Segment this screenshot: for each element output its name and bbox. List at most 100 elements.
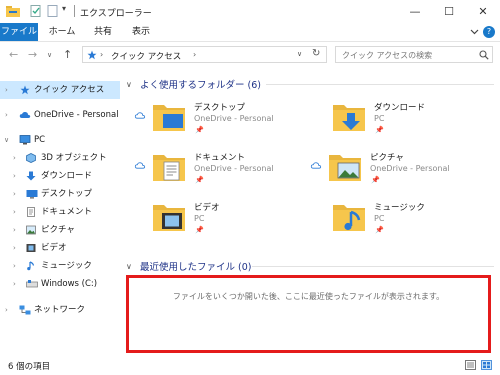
sidebar-item-windows-c[interactable]: › Windows (C:): [0, 275, 120, 293]
folder-tile-pictures[interactable]: ピクチャ OneDrive - Personal 📌: [310, 147, 480, 193]
address-bar[interactable]: › クイック アクセス › ∨ ↻: [82, 46, 327, 63]
pin-icon: 📌: [195, 176, 204, 184]
pc-icon: [19, 135, 31, 145]
sidebar-item-quick-access[interactable]: › クイック アクセス: [0, 81, 120, 99]
star-icon: [20, 85, 30, 95]
navigation-bar: ← → ∨ ↑ › クイック アクセス › ∨ ↻ クイック アクセスの検索: [0, 42, 500, 68]
sidebar-item-label: ダウンロード: [41, 171, 93, 181]
sidebar-item-pictures[interactable]: › ピクチャ: [0, 221, 120, 239]
breadcrumb-quick-access[interactable]: クイック アクセス: [111, 50, 181, 62]
sidebar-item-downloads[interactable]: › ダウンロード: [0, 167, 120, 185]
address-dropdown-icon[interactable]: ∨: [297, 50, 302, 58]
expand-chevron-icon[interactable]: ›: [13, 257, 16, 275]
properties-icon[interactable]: [30, 5, 41, 17]
expand-chevron-icon[interactable]: ›: [13, 167, 16, 185]
folder-tile-downloads[interactable]: ダウンロード PC 📌: [314, 97, 484, 143]
search-box[interactable]: クイック アクセスの検索: [335, 46, 493, 63]
sidebar-item-desktop[interactable]: › デスクトップ: [0, 185, 120, 203]
large-icons-view-icon[interactable]: [481, 360, 492, 370]
sidebar-item-3d-objects[interactable]: › 3D オブジェクト: [0, 149, 120, 167]
expand-chevron-icon[interactable]: ›: [13, 275, 16, 293]
download-icon: [26, 171, 36, 181]
forward-arrow-icon[interactable]: →: [28, 48, 37, 61]
sidebar-item-label: PC: [34, 135, 46, 145]
tab-home[interactable]: ホーム: [42, 23, 82, 41]
back-arrow-icon[interactable]: ←: [9, 48, 18, 61]
folder-location: PC: [374, 114, 385, 123]
minimize-button[interactable]: —: [398, 0, 432, 23]
frequent-folders-header[interactable]: よく使用するフォルダー (6): [140, 77, 261, 91]
network-icon: [19, 305, 31, 315]
folder-location: PC: [374, 214, 385, 223]
sidebar-item-onedrive[interactable]: › OneDrive - Personal: [0, 106, 120, 124]
picture-icon: [26, 225, 36, 235]
expand-chevron-icon[interactable]: ›: [13, 203, 16, 221]
section-divider: [266, 84, 494, 85]
folder-name: デスクトップ: [194, 103, 246, 113]
folder-name: ミュージック: [374, 203, 425, 213]
tab-file[interactable]: ファイル: [0, 23, 38, 41]
ribbon-tabs: ファイル ホーム 共有 表示 ?: [0, 23, 500, 42]
sidebar-item-label: Windows (C:): [41, 279, 98, 289]
folder-tile-documents[interactable]: ドキュメント OneDrive - Personal 📌: [134, 147, 304, 193]
maximize-icon: ☐: [444, 5, 454, 18]
recent-files-header[interactable]: 最近使用したファイル (0): [140, 259, 251, 273]
drive-icon: [26, 280, 38, 288]
collapse-section-icon[interactable]: ∨: [126, 262, 132, 271]
folder-name: ドキュメント: [194, 153, 246, 163]
explorer-folder-icon[interactable]: [6, 5, 20, 17]
3d-objects-icon: [26, 153, 36, 163]
sidebar-item-label: 3D オブジェクト: [41, 153, 107, 163]
expand-chevron-icon[interactable]: ›: [5, 106, 8, 124]
pin-icon: 📌: [195, 126, 204, 134]
expand-chevron-icon[interactable]: ›: [5, 81, 8, 99]
help-icon[interactable]: ?: [483, 26, 495, 38]
title-divider: [74, 5, 75, 17]
sidebar-item-music[interactable]: › ミュージック: [0, 257, 120, 275]
close-button[interactable]: ✕: [466, 0, 500, 23]
maximize-button[interactable]: ☐: [432, 0, 466, 23]
recent-files-area[interactable]: ファイルをいくつか開いた後、ここに最近使ったファイルが表示されます。: [126, 275, 491, 353]
folder-tile-videos[interactable]: ビデオ PC 📌: [134, 197, 304, 243]
sidebar-item-videos[interactable]: › ビデオ: [0, 239, 120, 257]
picture-folder-icon: [329, 155, 361, 181]
quick-access-star-icon: [87, 50, 97, 60]
ribbon-expand-icon[interactable]: [470, 29, 479, 35]
folder-location: PC: [194, 214, 205, 223]
item-count: 6 個の項目: [8, 362, 51, 372]
expand-chevron-icon[interactable]: ›: [5, 301, 8, 319]
pin-icon: 📌: [375, 226, 384, 234]
quick-toolbar-dropdown-icon[interactable]: ▾: [62, 4, 66, 13]
folder-tile-music[interactable]: ミュージック PC 📌: [314, 197, 484, 243]
expand-chevron-icon[interactable]: ›: [13, 221, 16, 239]
search-icon[interactable]: [479, 50, 489, 60]
music-icon: [27, 261, 35, 271]
folder-tile-desktop[interactable]: デスクトップ OneDrive - Personal 📌: [134, 97, 304, 143]
sidebar-item-label: クイック アクセス: [34, 85, 105, 95]
tab-view[interactable]: 表示: [124, 23, 158, 41]
desktop-icon: [26, 190, 38, 199]
collapse-chevron-icon[interactable]: ∨: [4, 131, 9, 149]
search-input[interactable]: クイック アクセスの検索: [342, 50, 432, 61]
sidebar-item-label: デスクトップ: [41, 189, 93, 199]
refresh-icon[interactable]: ↻: [312, 48, 320, 59]
breadcrumb-separator-icon[interactable]: ›: [193, 50, 196, 59]
sidebar-item-pc[interactable]: ∨ PC: [0, 131, 120, 149]
sidebar-item-network[interactable]: › ネットワーク: [0, 301, 120, 319]
expand-chevron-icon[interactable]: ›: [13, 239, 16, 257]
sidebar-item-label: ドキュメント: [41, 207, 93, 217]
expand-chevron-icon[interactable]: ›: [13, 185, 16, 203]
folder-name: ダウンロード: [374, 103, 426, 113]
details-view-icon[interactable]: [465, 360, 476, 370]
folder-name: ビデオ: [194, 203, 220, 213]
tab-share[interactable]: 共有: [86, 23, 120, 41]
new-folder-icon[interactable]: [47, 5, 58, 17]
folder-location: OneDrive - Personal: [370, 164, 450, 173]
collapse-section-icon[interactable]: ∨: [126, 80, 132, 89]
up-arrow-icon[interactable]: ↑: [63, 48, 72, 61]
pin-icon: 📌: [195, 226, 204, 234]
expand-chevron-icon[interactable]: ›: [13, 149, 16, 167]
status-bar: 6 個の項目: [0, 355, 500, 375]
sidebar-item-documents[interactable]: › ドキュメント: [0, 203, 120, 221]
recent-locations-icon[interactable]: ∨: [47, 51, 52, 59]
